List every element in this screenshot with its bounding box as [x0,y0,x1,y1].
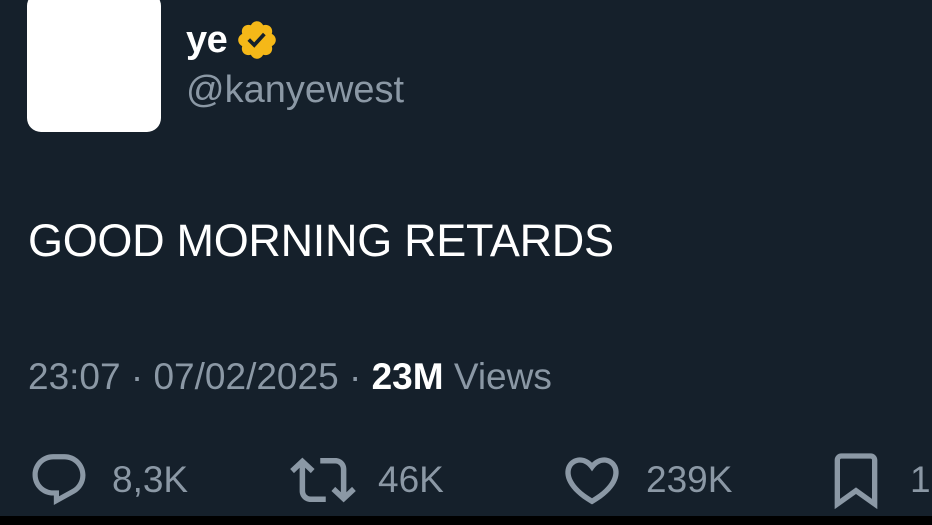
reply-button[interactable]: 8,3K [28,450,188,510]
author-handle[interactable]: @kanyewest [186,69,404,112]
tweet-text: GOOD MORNING RETARDS [28,215,614,266]
tweet-time[interactable]: 23:07 [28,356,121,397]
tweet-actions: 8,3K 46K 239K 1 [28,450,932,510]
like-button[interactable]: 239K [560,450,732,510]
views-count[interactable]: 23M [372,356,444,397]
reply-count: 8,3K [112,459,189,500]
heart-icon [560,448,624,512]
display-name[interactable]: ye [186,21,228,59]
bookmark-icon [824,448,888,512]
retweet-count: 46K [378,459,444,500]
like-count: 239K [646,459,733,500]
avatar[interactable] [27,0,161,132]
bottom-divider [0,516,932,525]
bookmark-count: 1 [910,459,931,500]
meta-separator: · [130,356,144,397]
tweet-meta: 23:07 · 07/02/2025 · 23M Views [28,356,552,398]
tweet-date[interactable]: 07/02/2025 [153,356,338,397]
views-label[interactable]: Views [454,356,552,397]
author-name-row: ye [186,14,279,66]
reply-icon [28,449,90,511]
retweet-button[interactable]: 46K [290,450,444,510]
verified-badge-icon[interactable] [235,18,279,62]
retweet-icon [290,447,356,513]
bookmark-button[interactable]: 1 [824,450,931,510]
meta-separator: · [348,356,362,397]
